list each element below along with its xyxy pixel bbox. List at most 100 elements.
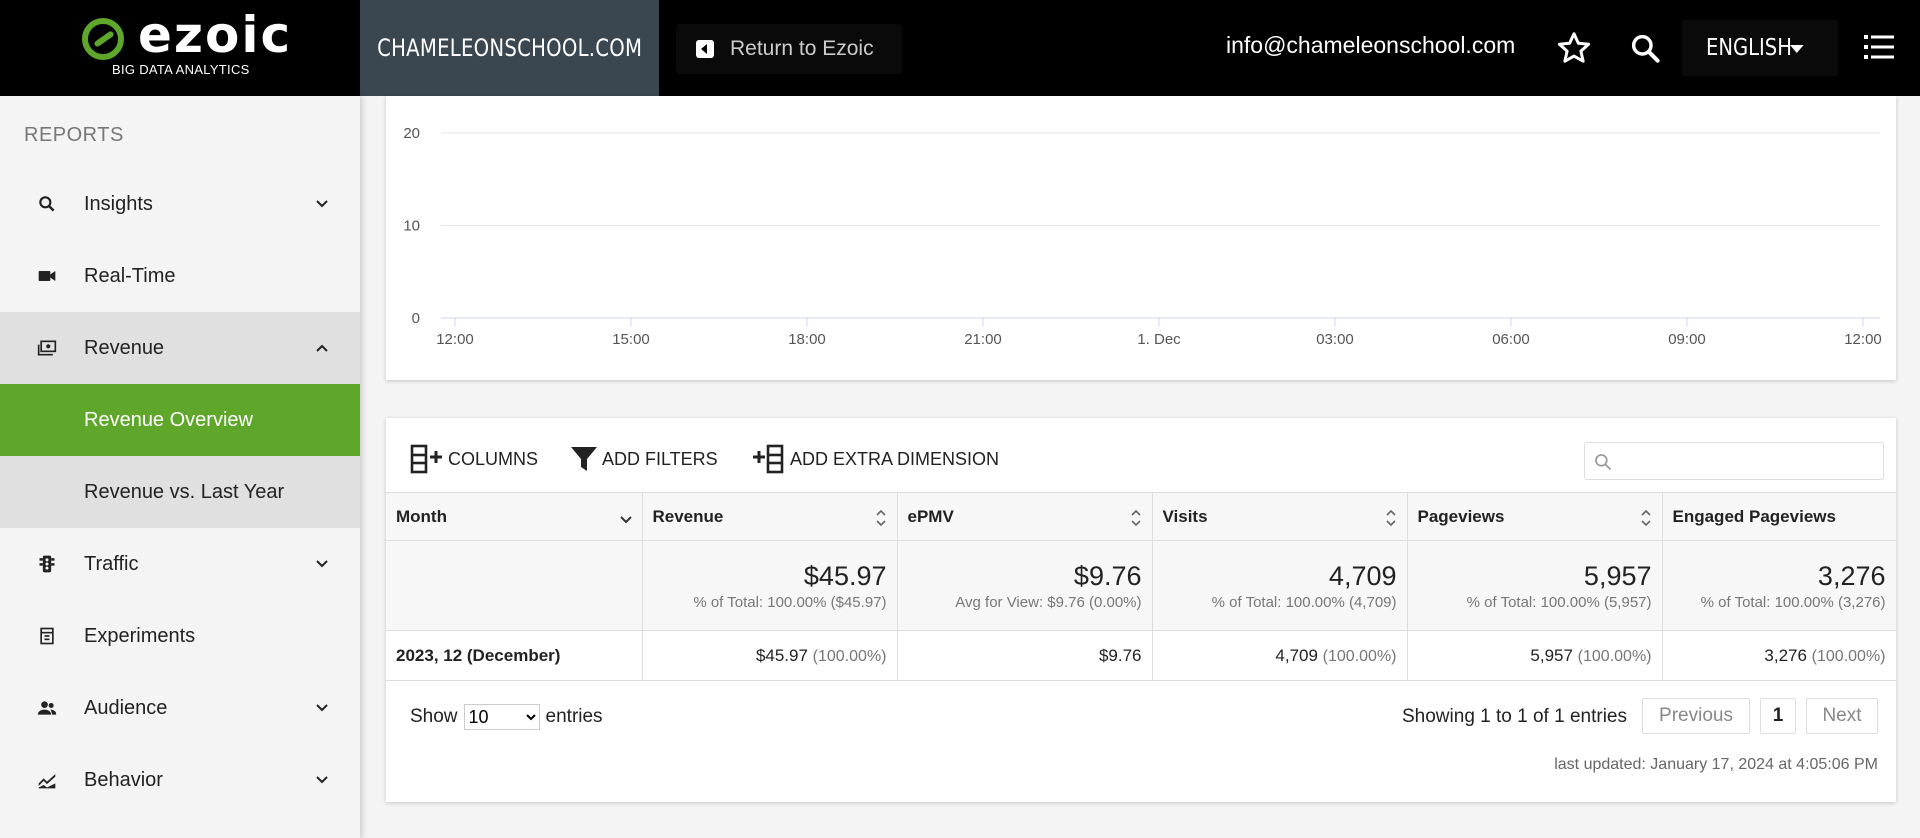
ezoic-logo-icon	[82, 18, 124, 60]
sidebar-item-insights[interactable]: Insights	[0, 168, 360, 240]
column-header-label: ePMV	[907, 506, 954, 526]
chevron-down-icon	[316, 560, 328, 568]
filter-icon	[571, 447, 597, 471]
sort-icon	[1640, 509, 1651, 527]
cell-percent: (100.00%)	[1811, 647, 1886, 665]
add-filters-button[interactable]: ADD FILTERS	[570, 444, 718, 474]
total-value: 3,276	[1817, 561, 1886, 591]
columns-label: COLUMNS	[448, 448, 539, 469]
cell-value: $45.97	[755, 645, 808, 665]
columns-button[interactable]: COLUMNS	[410, 444, 538, 474]
sidebar-item-audience[interactable]: Audience	[0, 672, 360, 744]
total-note: % of Total: 100.00% (5,957)	[1466, 594, 1652, 611]
sidebar-item-label: Revenue vs. Last Year	[84, 480, 285, 503]
cell-epmv: $9.76	[897, 630, 1153, 681]
column-header-label: Month	[396, 506, 447, 526]
language-select[interactable]: ENGLISH	[1682, 20, 1838, 76]
show-label: Show	[410, 706, 458, 727]
sidebar-item-revenue[interactable]: Revenue	[0, 312, 360, 384]
star-icon[interactable]	[1556, 30, 1592, 66]
sidebar-item-label: Real-Time	[84, 264, 176, 287]
total-cell-visits: 4,709 % of Total: 100.00% (4,709)	[1152, 540, 1408, 631]
column-header-month[interactable]: Month	[386, 492, 643, 541]
total-value: 5,957	[1583, 561, 1652, 591]
cell-visits: 4,709 (100.00%)	[1152, 630, 1408, 681]
menu-icon[interactable]	[1864, 34, 1894, 60]
sidebar-item-label: Revenue Overview	[84, 408, 253, 431]
top-bar: ezoic BIG DATA ANALYTICS CHAMELEONSCHOOL…	[0, 0, 1920, 96]
return-to-ezoic-button[interactable]: Return to Ezoic	[676, 24, 902, 74]
column-header-label: Pageviews	[1417, 506, 1505, 526]
page-1-button[interactable]: 1	[1760, 698, 1796, 734]
column-header-revenue[interactable]: Revenue	[642, 492, 898, 541]
site-name: CHAMELEONSCHOOL.COM	[376, 34, 643, 62]
people-icon	[37, 701, 57, 715]
add-extra-dimension-label: ADD EXTRA DIMENSION	[790, 448, 1000, 469]
cell-value: 3,276	[1764, 645, 1807, 665]
ezoic-logo[interactable]: ezoic BIG DATA ANALYTICS	[0, 0, 360, 96]
search-icon[interactable]	[1629, 32, 1661, 64]
x-tick-label: 06:00	[1492, 331, 1530, 348]
language-label: ENGLISH	[1706, 35, 1792, 61]
return-label: Return to Ezoic	[730, 37, 874, 60]
last-updated: last updated: January 17, 2024 at 4:05:0…	[1554, 756, 1878, 773]
chevron-up-icon	[316, 344, 328, 352]
total-cell-month	[386, 540, 643, 631]
column-header-visits[interactable]: Visits	[1152, 492, 1408, 541]
entries-select[interactable]: 10	[463, 704, 540, 730]
add-extra-dimension-button[interactable]: ADD EXTRA DIMENSION	[752, 444, 999, 474]
cell-value: 5,957	[1530, 645, 1573, 665]
show-entries: Show 10 entries	[410, 704, 603, 730]
column-header-label: Visits	[1162, 506, 1208, 526]
total-note: % of Total: 100.00% (4,709)	[1211, 594, 1397, 611]
account-email[interactable]: info@chameleonschool.com	[1226, 32, 1515, 59]
trend-icon	[38, 774, 56, 789]
total-value: 4,709	[1328, 561, 1397, 591]
column-header-engaged-pageviews[interactable]: Engaged Pageviews	[1662, 492, 1896, 541]
previous-page-button[interactable]: Previous	[1642, 698, 1750, 734]
total-cell-revenue: $45.97 % of Total: 100.00% ($45.97)	[642, 540, 898, 631]
sort-icon	[1385, 509, 1396, 527]
site-tab[interactable]: CHAMELEONSCHOOL.COM	[360, 0, 659, 96]
sidebar-item-label: Behavior	[84, 768, 163, 791]
sort-icon	[1130, 509, 1141, 527]
experiment-icon	[40, 627, 54, 645]
add-dimension-icon	[753, 444, 784, 474]
sidebar-item-real-time[interactable]: Real-Time	[0, 240, 360, 312]
total-cell-pageviews: 5,957 % of Total: 100.00% (5,957)	[1407, 540, 1663, 631]
chevron-down-icon	[316, 704, 328, 712]
video-camera-icon	[38, 271, 56, 281]
chevron-down-icon	[316, 200, 328, 208]
sidebar-item-revenue-vs-last-year[interactable]: Revenue vs. Last Year	[0, 456, 360, 528]
column-header-pageviews[interactable]: Pageviews	[1407, 492, 1663, 541]
cell-revenue: $45.97 (100.00%)	[642, 630, 898, 681]
sidebar-item-behavior[interactable]: Behavior	[0, 744, 360, 816]
next-page-button[interactable]: Next	[1806, 698, 1878, 734]
logo-wordmark: ezoic	[138, 6, 293, 64]
cell-engaged-pageviews: 3,276 (100.00%)	[1662, 630, 1896, 681]
cell-month: 2023, 12 (December)	[386, 630, 643, 681]
sidebar-item-traffic[interactable]: Traffic	[0, 528, 360, 600]
total-note: Avg for View: $9.76 (0.00%)	[955, 594, 1142, 611]
total-value: $45.97	[803, 561, 887, 591]
cell-percent: (100.00%)	[1577, 647, 1652, 665]
y-tick-label: 20	[403, 125, 420, 142]
x-tick-label: 1. Dec	[1137, 331, 1181, 348]
revenue-chart: 0 10 20 12:00 15:00 18:00 21:00 1. Dec 03:00 06:0…	[403, 125, 1881, 348]
chevron-down-icon	[619, 516, 632, 524]
sidebar-item-experiments[interactable]: Experiments	[0, 600, 360, 672]
x-tick-label: 03:00	[1316, 331, 1354, 348]
back-arrow-icon	[696, 40, 714, 58]
sidebar-title: REPORTS	[24, 124, 124, 146]
entries-label: entries	[545, 706, 603, 727]
table-header-row: Month Revenue ePMV Visits Pageviews Enga…	[386, 492, 1896, 541]
column-header-epmv[interactable]: ePMV	[897, 492, 1153, 541]
x-tick-label: 15:00	[612, 331, 650, 348]
revenue-chart-card: 0 10 20 12:00 15:00 18:00 21:00 1. Dec 03:00 06:0…	[386, 96, 1896, 380]
table-search-input[interactable]	[1621, 443, 1871, 477]
x-tick-label: 18:00	[788, 331, 826, 348]
table-row: 2023, 12 (December) $45.97 (100.00%) $9.…	[386, 630, 1896, 681]
total-note: % of Total: 100.00% (3,276)	[1700, 594, 1886, 611]
sidebar-item-revenue-overview[interactable]: Revenue Overview	[0, 384, 360, 456]
total-cell-engaged-pageviews: 3,276 % of Total: 100.00% (3,276)	[1662, 540, 1896, 631]
